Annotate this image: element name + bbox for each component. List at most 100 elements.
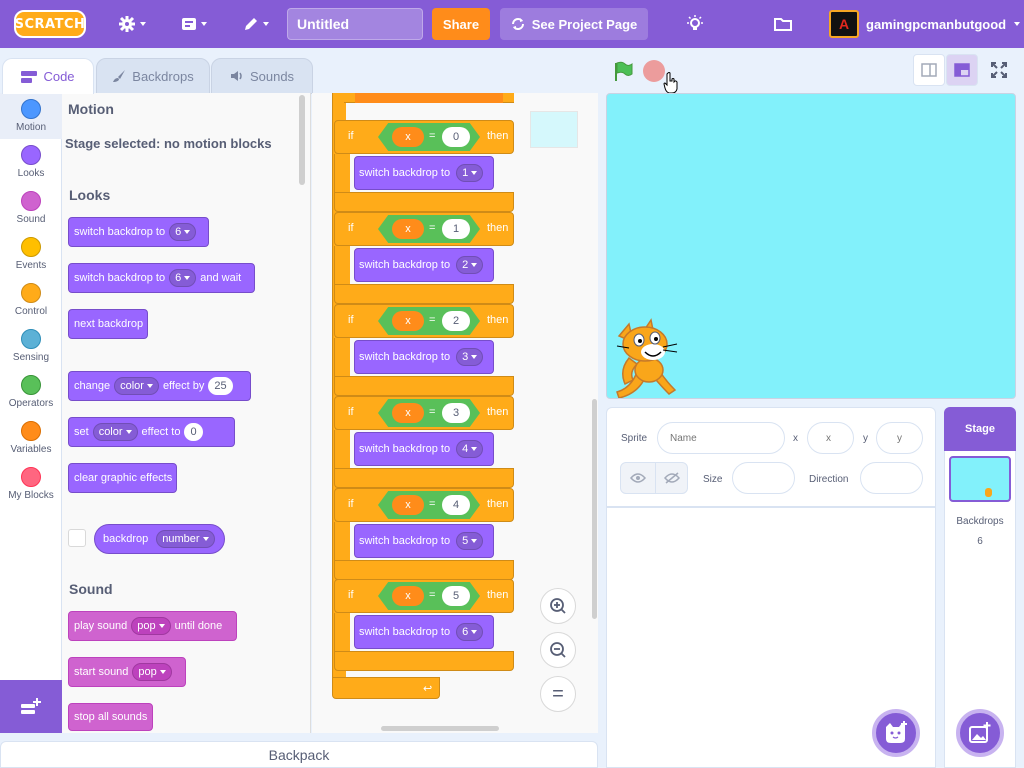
switch-backdrop-block[interactable]: switch backdrop to 3 — [354, 340, 494, 374]
tab-backdrops[interactable]: Backdrops — [96, 58, 210, 94]
effect-dropdown[interactable]: color — [92, 423, 138, 441]
sound-dropdown[interactable]: pop — [132, 663, 172, 681]
zoom-out-button[interactable] — [540, 632, 576, 668]
scratch-cat-sprite[interactable] — [607, 314, 693, 399]
tab-sounds[interactable]: Sounds — [211, 58, 313, 94]
tab-code[interactable]: Code — [2, 58, 94, 94]
compare-value-input[interactable]: 1 — [442, 219, 470, 239]
compare-value-input[interactable]: 3 — [442, 403, 470, 423]
choose-sprite-button[interactable] — [872, 709, 920, 757]
backdrop-dropdown[interactable]: 3 — [456, 348, 484, 366]
hide-sprite-toggle[interactable] — [655, 462, 688, 494]
backpack-header[interactable]: Backpack — [0, 741, 598, 768]
switch-backdrop-block[interactable]: switch backdrop to 4 — [354, 432, 494, 466]
compare-value-input[interactable]: 4 — [442, 495, 470, 515]
block-play-sound-until-done[interactable]: play sound pop until done — [68, 611, 237, 641]
category-my-blocks[interactable]: My Blocks — [0, 461, 62, 507]
category-looks[interactable]: Looks — [0, 139, 62, 185]
direction-input[interactable] — [860, 462, 923, 494]
block-switch-backdrop[interactable]: switch backdrop to 6 — [68, 217, 209, 247]
small-stage-button[interactable] — [913, 54, 945, 86]
project-title-input[interactable] — [287, 8, 423, 40]
block-set-effect[interactable]: set color effect to 0 — [68, 417, 235, 447]
share-button[interactable]: Share — [432, 8, 490, 40]
see-project-page-button[interactable]: See Project Page — [500, 8, 648, 40]
scratch-logo[interactable]: SCRATCH — [14, 10, 86, 38]
my-stuff-button[interactable] — [768, 0, 798, 48]
compare-value-input[interactable]: 2 — [442, 311, 470, 331]
file-menu[interactable] — [174, 0, 214, 48]
x-variable-reporter[interactable]: x — [392, 403, 424, 423]
block-start-sound[interactable]: start sound pop — [68, 657, 186, 687]
compare-value-input[interactable]: 0 — [442, 127, 470, 147]
switch-backdrop-block[interactable]: switch backdrop to 2 — [354, 248, 494, 282]
y-input[interactable] — [876, 422, 923, 454]
avatar[interactable]: A — [829, 10, 859, 38]
settings-menu[interactable] — [112, 0, 152, 48]
backdrop-monitor-checkbox[interactable] — [68, 529, 86, 547]
category-events[interactable]: Events — [0, 231, 62, 277]
category-control[interactable]: Control — [0, 277, 62, 323]
category-motion[interactable]: Motion — [0, 93, 62, 139]
category-operators[interactable]: Operators — [0, 369, 62, 415]
scripts-vertical-scrollbar[interactable] — [592, 399, 597, 619]
block-switch-backdrop-and-wait[interactable]: switch backdrop to 6 and wait — [68, 263, 255, 293]
fullscreen-button[interactable] — [983, 54, 1015, 86]
sprite-name-input[interactable] — [657, 422, 785, 454]
if-then-block[interactable]: if x = 0 then switch backdrop to 1 — [334, 120, 514, 212]
block-change-effect[interactable]: change color effect by 25 — [68, 371, 251, 401]
if-then-block[interactable]: if x = 1 then switch backdrop to 2 — [334, 212, 514, 304]
x-input[interactable] — [807, 422, 854, 454]
palette-scrollbar[interactable] — [299, 95, 305, 185]
switch-backdrop-block[interactable]: switch backdrop to 5 — [354, 524, 494, 558]
backdrop-dropdown[interactable]: 5 — [456, 532, 484, 550]
category-sound[interactable]: Sound — [0, 185, 62, 231]
choose-backdrop-button[interactable] — [956, 709, 1004, 757]
category-variables[interactable]: Variables — [0, 415, 62, 461]
backdrop-dropdown[interactable]: 6 — [456, 623, 484, 641]
backdrop-dropdown[interactable]: 6 — [169, 223, 197, 241]
if-then-block[interactable]: if x = 3 then switch backdrop to 4 — [334, 396, 514, 488]
compare-value-input[interactable]: 5 — [442, 586, 470, 606]
edit-menu[interactable] — [236, 0, 276, 48]
backdrop-property-dropdown[interactable]: number — [156, 530, 215, 548]
looks-dot-icon — [21, 145, 41, 165]
effect-to-input[interactable]: 0 — [184, 423, 203, 441]
x-variable-reporter[interactable]: x — [392, 311, 424, 331]
block-stop-all-sounds[interactable]: stop all sounds — [68, 703, 153, 731]
backdrop-dropdown[interactable]: 1 — [456, 164, 484, 182]
account-menu[interactable]: gamingpcmanbutgood — [866, 0, 1021, 48]
effect-dropdown[interactable]: color — [114, 377, 159, 395]
category-sensing[interactable]: Sensing — [0, 323, 62, 369]
size-input[interactable] — [732, 462, 795, 494]
x-variable-reporter[interactable]: x — [392, 219, 424, 239]
switch-backdrop-block[interactable]: switch backdrop to 6 — [354, 615, 494, 649]
stage-thumbnail[interactable] — [949, 456, 1011, 502]
show-sprite-toggle[interactable] — [620, 462, 656, 494]
theme-toggle[interactable] — [680, 0, 710, 48]
x-variable-reporter[interactable]: x — [392, 127, 424, 147]
block-next-backdrop[interactable]: next backdrop — [68, 309, 148, 339]
x-variable-reporter[interactable]: x — [392, 586, 424, 606]
scripts-horizontal-scrollbar[interactable] — [381, 726, 499, 731]
large-stage-button[interactable] — [946, 54, 978, 86]
stop-button[interactable] — [643, 60, 665, 82]
zoom-in-button[interactable] — [540, 588, 576, 624]
effect-by-input[interactable]: 25 — [208, 377, 233, 395]
if-then-block[interactable]: if x = 4 then switch backdrop to 5 — [334, 488, 514, 580]
add-extension-button[interactable] — [0, 680, 62, 733]
sound-dropdown[interactable]: pop — [131, 617, 171, 635]
green-flag-button[interactable] — [610, 58, 636, 84]
backdrop-dropdown[interactable]: 2 — [456, 256, 484, 274]
sprite-info-panel: Sprite x y Size Direction — [606, 407, 936, 507]
backdrop-dropdown[interactable]: 6 — [169, 269, 197, 287]
x-variable-reporter[interactable]: x — [392, 495, 424, 515]
if-then-block[interactable]: if x = 2 then switch backdrop to 3 — [334, 304, 514, 396]
zoom-reset-button[interactable]: = — [540, 676, 576, 712]
if-then-block[interactable]: if x = 5 then switch backdrop to 6 — [334, 579, 514, 671]
backdrop-dropdown[interactable]: 4 — [456, 440, 484, 458]
stage-canvas[interactable] — [606, 93, 1016, 399]
switch-backdrop-block[interactable]: switch backdrop to 1 — [354, 156, 494, 190]
block-backdrop-reporter[interactable]: backdrop number — [94, 524, 225, 554]
block-clear-graphic-effects[interactable]: clear graphic effects — [68, 463, 177, 493]
